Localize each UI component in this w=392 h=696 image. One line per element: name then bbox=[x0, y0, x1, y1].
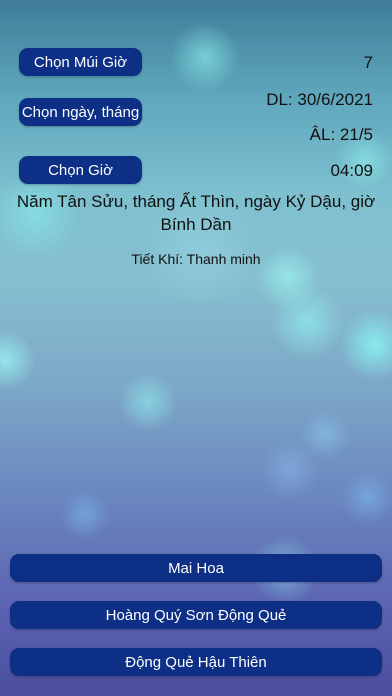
timezone-value: 7 bbox=[363, 53, 373, 72]
time-value: 04:09 bbox=[330, 161, 373, 180]
choose-timezone-button[interactable]: Chọn Múi Giờ bbox=[19, 48, 142, 76]
hoang-quy-son-button-label: Hoàng Quý Sơn Động Quẻ bbox=[105, 606, 287, 624]
dong-que-hau-thien-button-label: Động Quẻ Hậu Thiên bbox=[125, 653, 267, 671]
dong-que-hau-thien-button[interactable]: Động Quẻ Hậu Thiên bbox=[10, 648, 382, 676]
mai-hoa-button[interactable]: Mai Hoa bbox=[10, 554, 382, 582]
mai-hoa-button-label: Mai Hoa bbox=[168, 559, 224, 577]
choose-timezone-button-label: Chọn Múi Giờ bbox=[33, 53, 128, 71]
choose-time-button[interactable]: Chọn Giờ bbox=[19, 156, 142, 184]
lunar-description: Năm Tân Sửu, tháng Ất Thìn, ngày Kỷ Dậu,… bbox=[16, 192, 376, 234]
hoang-quy-son-button[interactable]: Hoàng Quý Sơn Động Quẻ bbox=[10, 601, 382, 629]
lunar-date: ÂL: 21/5 bbox=[309, 125, 373, 144]
solar-date: DL: 30/6/2021 bbox=[266, 90, 373, 109]
choose-date-button[interactable]: Chọn ngày, tháng bbox=[19, 98, 142, 126]
solar-term: Tiết Khí: Thanh minh bbox=[131, 251, 261, 267]
choose-time-button-label: Chọn Giờ bbox=[48, 161, 113, 179]
choose-date-button-label: Chọn ngày, tháng bbox=[21, 103, 140, 121]
